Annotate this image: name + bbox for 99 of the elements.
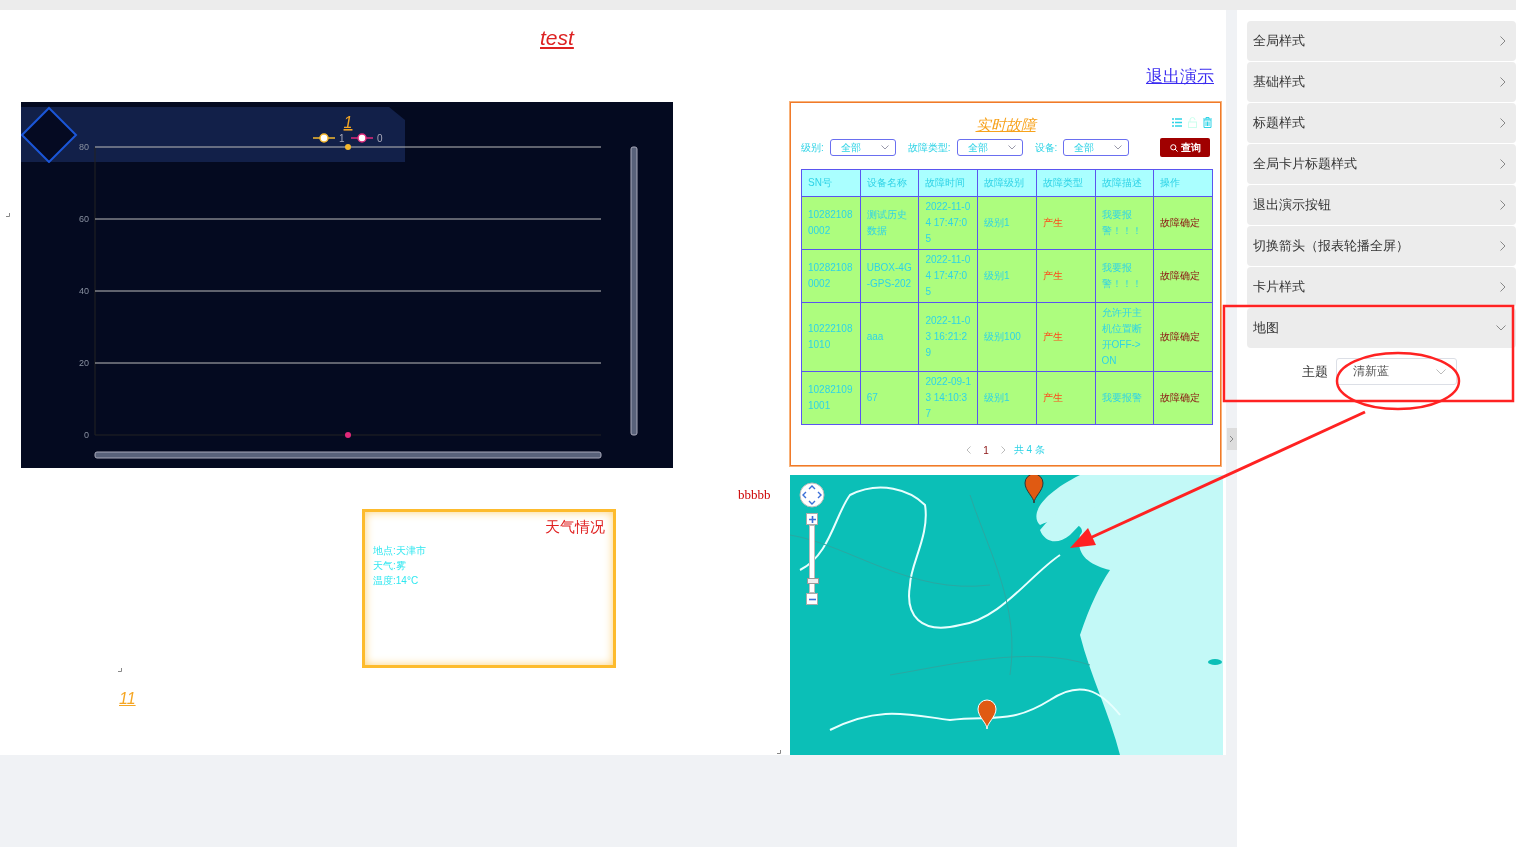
search-icon: [1169, 143, 1178, 152]
section-header[interactable]: 退出演示按钮: [1247, 185, 1516, 225]
column-header: 操作: [1153, 169, 1213, 197]
resize-handle-icon[interactable]: [777, 750, 781, 754]
table-cell: 102821080002: [801, 249, 861, 303]
table-cell: 产生: [1036, 196, 1095, 250]
table-cell: 允许开主机位置断开OFF->ON: [1095, 302, 1154, 372]
table-cell: 故障确定: [1153, 196, 1213, 250]
section-header[interactable]: 卡片样式: [1247, 267, 1516, 307]
table-cell: 102221081010: [801, 302, 861, 372]
caret-icon: [1007, 145, 1016, 150]
table-cell: 产生: [1036, 249, 1095, 303]
page-title[interactable]: test: [540, 26, 574, 50]
table-cell: 产生: [1036, 371, 1095, 425]
column-header: 故障类型: [1036, 169, 1095, 197]
chevron-icon: [1500, 36, 1506, 46]
column-header: 故障描述: [1095, 169, 1154, 197]
table-cell: 级别100: [977, 302, 1037, 372]
legend-label: 0: [377, 133, 383, 144]
card-title: 实时故障: [975, 116, 1036, 135]
section-header[interactable]: 基础样式: [1247, 62, 1516, 102]
chart-title: 1: [343, 114, 353, 131]
zoom-slider[interactable]: [94, 451, 602, 459]
pan-control-icon[interactable]: [799, 482, 825, 508]
chevron-icon: [1500, 159, 1506, 169]
previous-page-icon[interactable]: [966, 446, 972, 454]
table-cell: 我要报警！！！: [1095, 249, 1154, 303]
table-cell: 测试历史数据: [860, 196, 919, 250]
chevron-icon: [1500, 282, 1506, 292]
trash-icon[interactable]: [1203, 117, 1212, 128]
zoom-slider[interactable]: [630, 146, 638, 436]
weather-line: 天气:雾: [373, 559, 407, 573]
section-header[interactable]: 地图: [1247, 308, 1516, 348]
list-icon[interactable]: [1172, 118, 1182, 127]
next-page-icon[interactable]: [1000, 446, 1006, 454]
table-cell: 故障确定: [1153, 371, 1213, 425]
table-cell: 2022-11-03 16:21:29: [918, 302, 978, 372]
page-number[interactable]: 1: [983, 444, 989, 456]
chevron-icon: [1496, 325, 1506, 331]
legend-label: 1: [339, 133, 345, 144]
table-cell: 2022-11-04 17:47:05: [918, 249, 978, 303]
table-cell: 故障确定: [1153, 249, 1213, 303]
legend-item[interactable]: 0: [350, 133, 383, 144]
table-cell: 我要报警！！！: [1095, 196, 1154, 250]
y-tick-label: 0: [84, 430, 89, 440]
section-header[interactable]: 标题样式: [1247, 103, 1516, 143]
weather-line: 温度:14°C: [373, 574, 420, 588]
legend-item[interactable]: 1: [312, 133, 345, 144]
resize-handle-icon[interactable]: [118, 668, 122, 672]
caret-icon: [880, 145, 889, 150]
column-header: 故障时间: [918, 169, 978, 197]
table-cell: 102821091001: [801, 371, 861, 425]
y-tick-label: 20: [79, 358, 89, 368]
resize-handle-icon[interactable]: [6, 213, 10, 217]
table-cell: 2022-11-04 17:47:05: [918, 196, 978, 250]
column-header: SN号: [801, 169, 861, 197]
column-header: 故障级别: [977, 169, 1037, 197]
chevron-icon: [1500, 118, 1506, 128]
zoom-slider-thumb[interactable]: [807, 578, 819, 585]
filter-label: 设备:: [1034, 140, 1058, 155]
table-cell: 67: [860, 371, 919, 425]
caret-icon: [1436, 368, 1446, 375]
section-header[interactable]: 全局卡片标题样式: [1247, 144, 1516, 184]
data-point: [345, 144, 351, 150]
column-header: 设备名称: [860, 169, 919, 197]
table-cell: 2022-09-13 14:10:37: [918, 371, 978, 425]
card-title: 天气情况: [544, 518, 605, 537]
chevron-icon: [1500, 77, 1506, 87]
table-cell: 产生: [1036, 302, 1095, 372]
y-tick-label: 40: [79, 286, 89, 296]
y-tick-label: 60: [79, 214, 89, 224]
search-button[interactable]: 查询: [1160, 138, 1210, 157]
section-header[interactable]: 全局样式: [1247, 21, 1516, 61]
table-cell: 级别1: [977, 371, 1037, 425]
text-label: bbbbb: [738, 487, 771, 503]
caret-icon: [1114, 145, 1123, 150]
filter-label: 故障类型:: [907, 140, 951, 155]
exit-link[interactable]: 退出演示: [1146, 65, 1214, 88]
table-cell: 级别1: [977, 196, 1037, 250]
plus-icon: [808, 515, 816, 523]
chevron-icon: [1500, 241, 1506, 251]
table-cell: 级别1: [977, 249, 1037, 303]
section-header[interactable]: 切换箭头（报表轮播全屏）: [1247, 226, 1516, 266]
field-label: 主题: [1302, 362, 1328, 381]
table-cell: aaa: [860, 302, 919, 372]
y-tick-label: 80: [79, 142, 89, 152]
panel-toggle-button[interactable]: [1227, 428, 1237, 450]
weather-line: 地点:天津市: [373, 544, 427, 558]
table-cell: 故障确定: [1153, 302, 1213, 372]
chevron-icon: [1500, 200, 1506, 210]
filter-label: 级别:: [801, 140, 824, 155]
zoom-out-button[interactable]: [806, 593, 818, 605]
table-cell: 102821080002: [801, 196, 861, 250]
table-cell: UBOX-4G-GPS-202: [860, 249, 919, 303]
total-count: 共 4 条: [1013, 443, 1045, 457]
zoom-in-button[interactable]: [806, 513, 818, 525]
theme-select[interactable]: 清新蓝: [1336, 358, 1457, 385]
data-point: [345, 432, 351, 438]
table-cell: 我要报警: [1095, 371, 1154, 425]
